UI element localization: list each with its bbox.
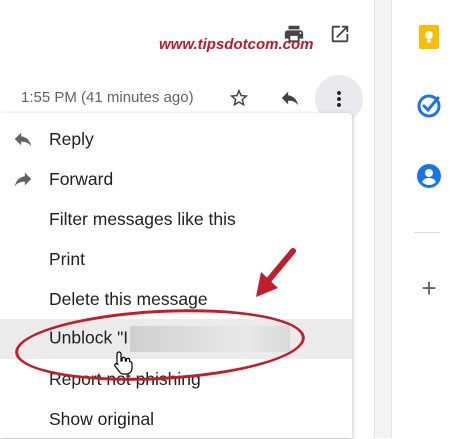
menu-item-unblock[interactable]: Unblock "I [0,319,352,359]
star-icon[interactable] [227,86,251,110]
email-view: www.tipsdotcom.com 1:55 PM (41 minutes a… [0,0,374,438]
contacts-icon[interactable] [416,163,442,189]
menu-item-label: Reply [49,128,94,149]
side-panel-divider [414,232,440,233]
menu-item-label: Print [49,248,85,269]
watermark-text: www.tipsdotcom.com [159,36,314,53]
reply-icon[interactable] [278,86,302,110]
menu-item-delete[interactable]: Delete this message [0,279,352,319]
more-options-menu: Reply Forward Filter messages like this … [0,113,352,438]
side-panel [392,0,461,438]
menu-item-report-not-phishing[interactable]: Report not phishing [0,359,352,399]
reply-icon [11,127,35,151]
add-addon-button[interactable]: + [416,273,442,303]
forward-icon [11,167,35,191]
menu-item-forward[interactable]: Forward [0,159,352,199]
menu-item-show-original[interactable]: Show original [0,399,352,439]
menu-item-label: Delete this message [49,288,208,309]
scrollbar-gutter[interactable] [374,0,392,438]
tasks-icon[interactable] [416,93,442,119]
redacted-sender [130,326,291,352]
unblock-label-text: Unblock "I [49,327,129,348]
menu-item-label: Filter messages like this [49,208,236,229]
menu-item-label: Unblock "I [49,326,291,352]
more-vert-icon [337,91,341,107]
menu-item-label: Forward [49,168,114,189]
keep-icon[interactable] [416,24,442,50]
menu-item-reply[interactable]: Reply [0,119,352,159]
menu-item-label: Show original [49,408,155,429]
menu-item-filter-messages[interactable]: Filter messages like this [0,199,352,239]
email-timestamp: 1:55 PM (41 minutes ago) [21,89,194,106]
menu-item-label: Report not phishing [49,368,201,389]
menu-item-print[interactable]: Print [0,239,352,279]
open-in-new-window-icon[interactable] [328,22,352,46]
